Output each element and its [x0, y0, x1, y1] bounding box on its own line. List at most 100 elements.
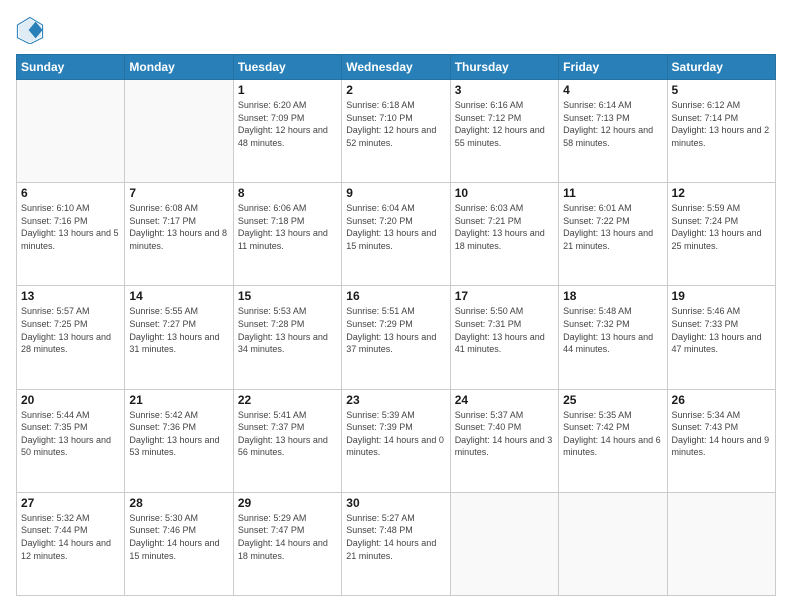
day-number: 27	[21, 496, 120, 510]
day-cell: 29 Sunrise: 5:29 AMSunset: 7:47 PMDayligh…	[233, 492, 341, 595]
sunrise-text: Sunrise: 5:51 AM	[346, 305, 445, 318]
day-info: Sunrise: 5:59 AMSunset: 7:24 PMDaylight:…	[672, 202, 771, 252]
day-info: Sunrise: 5:41 AMSunset: 7:37 PMDaylight:…	[238, 409, 337, 459]
sunset-text: Sunset: 7:18 PM	[238, 215, 337, 228]
col-header-monday: Monday	[125, 55, 233, 80]
sunset-text: Sunset: 7:13 PM	[563, 112, 662, 125]
daylight-text: Daylight: 14 hours and 9 minutes.	[672, 434, 771, 459]
day-info: Sunrise: 6:06 AMSunset: 7:18 PMDaylight:…	[238, 202, 337, 252]
sunset-text: Sunset: 7:16 PM	[21, 215, 120, 228]
daylight-text: Daylight: 14 hours and 0 minutes.	[346, 434, 445, 459]
day-info: Sunrise: 5:53 AMSunset: 7:28 PMDaylight:…	[238, 305, 337, 355]
day-cell: 11Sunrise: 6:01 AMSunset: 7:22 PMDayligh…	[559, 183, 667, 286]
sunrise-text: Sunrise: 5:41 AM	[238, 409, 337, 422]
day-cell: 22Sunrise: 5:41 AMSunset: 7:37 PMDayligh…	[233, 389, 341, 492]
daylight-text: Daylight: 13 hours and 18 minutes.	[455, 227, 554, 252]
daylight-text: Daylight: 13 hours and 37 minutes.	[346, 331, 445, 356]
sunrise-text: Sunrise: 5:34 AM	[672, 409, 771, 422]
day-number: 29	[238, 496, 337, 510]
sunrise-text: Sunrise: 5:46 AM	[672, 305, 771, 318]
daylight-text: Daylight: 13 hours and 8 minutes.	[129, 227, 228, 252]
calendar-table: SundayMondayTuesdayWednesdayThursdayFrid…	[16, 54, 776, 596]
sunrise-text: Sunrise: 6:01 AM	[563, 202, 662, 215]
daylight-text: Daylight: 13 hours and 2 minutes.	[672, 124, 771, 149]
daylight-text: Daylight: 13 hours and 15 minutes.	[346, 227, 445, 252]
day-number: 19	[672, 289, 771, 303]
daylight-text: Daylight: 12 hours and 58 minutes.	[563, 124, 662, 149]
day-info: Sunrise: 5:34 AMSunset: 7:43 PMDaylight:…	[672, 409, 771, 459]
sunrise-text: Sunrise: 5:50 AM	[455, 305, 554, 318]
day-cell	[667, 492, 775, 595]
col-header-sunday: Sunday	[17, 55, 125, 80]
sunset-text: Sunset: 7:47 PM	[238, 524, 337, 537]
sunrise-text: Sunrise: 5:55 AM	[129, 305, 228, 318]
sunrise-text: Sunrise: 6:10 AM	[21, 202, 120, 215]
day-info: Sunrise: 6:16 AMSunset: 7:12 PMDaylight:…	[455, 99, 554, 149]
day-number: 30	[346, 496, 445, 510]
week-row-3: 20 Sunrise: 5:44 AMSunset: 7:35 PMDayligh…	[17, 389, 776, 492]
day-number: 15	[238, 289, 337, 303]
day-number: 26	[672, 393, 771, 407]
day-cell: 24Sunrise: 5:37 AMSunset: 7:40 PMDayligh…	[450, 389, 558, 492]
day-info: Sunrise: 5:50 AMSunset: 7:31 PMDaylight:…	[455, 305, 554, 355]
sunrise-text: Sunrise: 5:42 AM	[129, 409, 228, 422]
sunrise-text: Sunrise: 5:37 AM	[455, 409, 554, 422]
day-cell: 28 Sunrise: 5:30 AMSunset: 7:46 PMDayligh…	[125, 492, 233, 595]
day-info: Sunrise: 5:30 AMSunset: 7:46 PMDaylight:…	[129, 512, 228, 562]
day-info: Sunrise: 6:03 AMSunset: 7:21 PMDaylight:…	[455, 202, 554, 252]
day-info: Sunrise: 6:04 AMSunset: 7:20 PMDaylight:…	[346, 202, 445, 252]
daylight-text: Daylight: 13 hours and 44 minutes.	[563, 331, 662, 356]
sunrise-text: Sunrise: 5:27 AM	[346, 512, 445, 525]
sunrise-text: Sunrise: 6:03 AM	[455, 202, 554, 215]
day-info: Sunrise: 5:29 AMSunset: 7:47 PMDaylight:…	[238, 512, 337, 562]
sunset-text: Sunset: 7:20 PM	[346, 215, 445, 228]
sunset-text: Sunset: 7:33 PM	[672, 318, 771, 331]
sunrise-text: Sunrise: 6:04 AM	[346, 202, 445, 215]
day-number: 6	[21, 186, 120, 200]
col-header-wednesday: Wednesday	[342, 55, 450, 80]
sunset-text: Sunset: 7:43 PM	[672, 421, 771, 434]
day-cell: 4Sunrise: 6:14 AMSunset: 7:13 PMDaylight…	[559, 80, 667, 183]
sunrise-text: Sunrise: 5:48 AM	[563, 305, 662, 318]
day-cell	[125, 80, 233, 183]
day-info: Sunrise: 5:51 AMSunset: 7:29 PMDaylight:…	[346, 305, 445, 355]
daylight-text: Daylight: 13 hours and 28 minutes.	[21, 331, 120, 356]
day-number: 9	[346, 186, 445, 200]
day-number: 18	[563, 289, 662, 303]
day-cell: 12Sunrise: 5:59 AMSunset: 7:24 PMDayligh…	[667, 183, 775, 286]
sunset-text: Sunset: 7:35 PM	[21, 421, 120, 434]
day-number: 4	[563, 83, 662, 97]
daylight-text: Daylight: 14 hours and 21 minutes.	[346, 537, 445, 562]
day-cell: 15 Sunrise: 5:53 AMSunset: 7:28 PMDayligh…	[233, 286, 341, 389]
day-number: 8	[238, 186, 337, 200]
sunrise-text: Sunrise: 5:32 AM	[21, 512, 120, 525]
day-cell	[450, 492, 558, 595]
day-number: 28	[129, 496, 228, 510]
week-row-0: 1Sunrise: 6:20 AMSunset: 7:09 PMDaylight…	[17, 80, 776, 183]
day-number: 23	[346, 393, 445, 407]
sunset-text: Sunset: 7:10 PM	[346, 112, 445, 125]
day-info: Sunrise: 5:27 AMSunset: 7:48 PMDaylight:…	[346, 512, 445, 562]
day-info: Sunrise: 5:42 AMSunset: 7:36 PMDaylight:…	[129, 409, 228, 459]
day-number: 1	[238, 83, 337, 97]
sunset-text: Sunset: 7:31 PM	[455, 318, 554, 331]
sunset-text: Sunset: 7:09 PM	[238, 112, 337, 125]
daylight-text: Daylight: 13 hours and 5 minutes.	[21, 227, 120, 252]
day-cell: 8 Sunrise: 6:06 AMSunset: 7:18 PMDaylight…	[233, 183, 341, 286]
sunset-text: Sunset: 7:40 PM	[455, 421, 554, 434]
daylight-text: Daylight: 13 hours and 34 minutes.	[238, 331, 337, 356]
day-info: Sunrise: 5:44 AMSunset: 7:35 PMDaylight:…	[21, 409, 120, 459]
sunset-text: Sunset: 7:27 PM	[129, 318, 228, 331]
calendar-header: SundayMondayTuesdayWednesdayThursdayFrid…	[17, 55, 776, 80]
sunset-text: Sunset: 7:39 PM	[346, 421, 445, 434]
day-info: Sunrise: 6:08 AMSunset: 7:17 PMDaylight:…	[129, 202, 228, 252]
daylight-text: Daylight: 13 hours and 56 minutes.	[238, 434, 337, 459]
day-number: 14	[129, 289, 228, 303]
day-cell	[559, 492, 667, 595]
day-info: Sunrise: 6:10 AMSunset: 7:16 PMDaylight:…	[21, 202, 120, 252]
sunset-text: Sunset: 7:29 PM	[346, 318, 445, 331]
daylight-text: Daylight: 14 hours and 15 minutes.	[129, 537, 228, 562]
day-cell: 13Sunrise: 5:57 AMSunset: 7:25 PMDayligh…	[17, 286, 125, 389]
day-number: 20	[21, 393, 120, 407]
sunset-text: Sunset: 7:36 PM	[129, 421, 228, 434]
